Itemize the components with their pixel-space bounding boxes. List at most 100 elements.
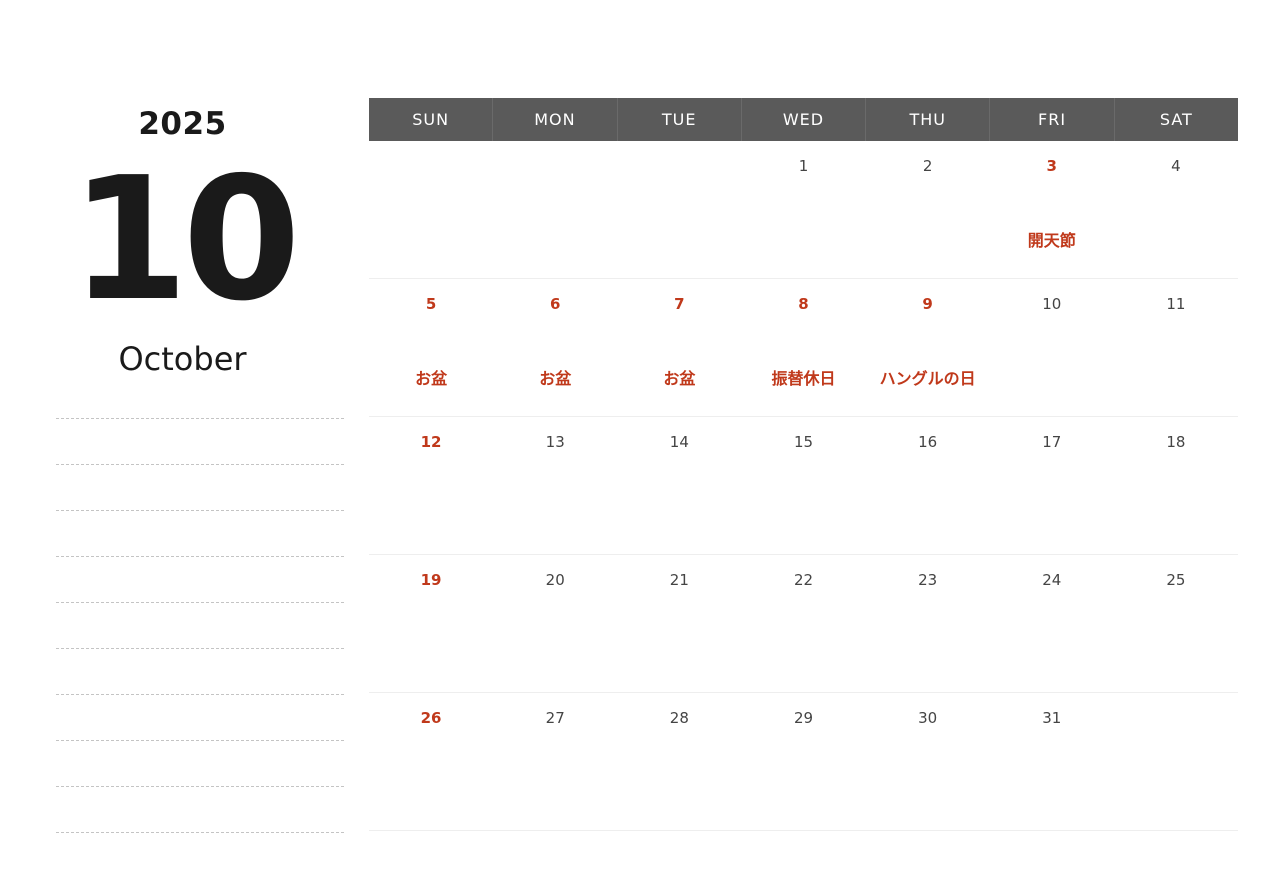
weekday-sun: SUN [369,98,494,141]
day-cell-sat[interactable]: 18 [1114,417,1238,554]
day-cell-thu[interactable]: 9 ハングルの日 [866,279,990,416]
day-number: 7 [674,295,685,313]
weekday-tue: TUE [618,98,742,141]
day-cell-mon[interactable]: 6 お盆 [493,279,617,416]
day-number: 20 [545,571,565,589]
day-number: 28 [669,709,689,727]
day-number: 31 [1042,709,1062,727]
day-number: 22 [793,571,814,589]
notes-line [56,602,344,603]
day-cell-tue[interactable] [617,141,741,278]
day-number: 26 [420,709,442,727]
day-number: 25 [1166,571,1186,589]
day-number: 17 [1042,433,1062,451]
day-number: 16 [918,433,938,451]
day-number: 11 [1166,295,1186,313]
day-cell-wed[interactable]: 29 [741,693,865,830]
day-cell-sun[interactable]: 26 [369,693,493,830]
day-cell-mon[interactable] [493,141,617,278]
day-cell-tue[interactable]: 7 お盆 [617,279,741,416]
holiday-label: ハングルの日 [879,369,976,388]
day-number: 23 [918,571,938,589]
day-cell-thu[interactable]: 23 [866,555,990,692]
week-row: 1 2 3 開天節 4 [369,141,1238,279]
month-header-panel: 2025 10 October [56,0,344,880]
day-cell-sun[interactable] [369,141,493,278]
day-cell-tue[interactable]: 21 [617,555,741,692]
week-row: 26 27 28 29 30 31 [369,693,1238,831]
notes-line [56,740,344,741]
year-label: 2025 [138,106,227,142]
day-cell-wed[interactable]: 15 [741,417,865,554]
day-cell-sun[interactable]: 19 [369,555,493,692]
day-cell-sat[interactable] [1114,693,1238,830]
day-cell-thu[interactable]: 16 [866,417,990,554]
day-cell-mon[interactable]: 20 [493,555,617,692]
day-number: 9 [922,295,933,313]
weekday-mon: MON [493,98,618,141]
weekday-sat: SAT [1159,110,1193,129]
notes-line [56,464,344,465]
weeks-container: 1 2 3 開天節 4 5 お盆 6 お盆 7 お盆 8 振替休日 9 ハングルの日 10 11 12 13 14 15… [369,141,1238,831]
day-cell-thu[interactable]: 30 [866,693,990,830]
day-cell-wed[interactable]: 22 [741,555,865,692]
day-cell-sun[interactable]: 12 [369,417,493,554]
day-number: 13 [545,433,565,451]
weekday-header: SUN MON TUE WED THU FRI SAT [369,98,1238,141]
weekday-wed: WED [742,98,867,141]
notes-line [56,510,344,511]
month-number: 10 [70,141,301,339]
day-number: 5 [425,295,437,313]
holiday-label: お盆 [539,369,572,388]
day-cell-wed[interactable]: 1 [741,141,865,278]
day-number: 19 [420,571,442,589]
day-number: 15 [793,433,814,451]
notes-line [56,648,344,649]
day-cell-mon[interactable]: 13 [493,417,617,554]
day-cell-sat[interactable]: 11 [1114,279,1238,416]
day-cell-fri[interactable]: 3 開天節 [990,141,1114,278]
month-name: October [118,340,247,378]
day-cell-tue[interactable]: 28 [617,693,741,830]
weekday-thu: THU [866,98,991,141]
day-cell-fri[interactable]: 24 [990,555,1114,692]
day-cell-sat[interactable]: 25 [1114,555,1238,692]
day-cell-tue[interactable]: 14 [617,417,741,554]
day-number: 8 [798,295,809,313]
day-cell-fri[interactable]: 10 [990,279,1114,416]
day-cell-sat[interactable]: 4 [1114,141,1238,278]
holiday-label: 開天節 [1027,231,1076,250]
notes-line [56,832,344,833]
notes-line [56,694,344,695]
day-number: 18 [1166,433,1186,451]
week-row: 19 20 21 22 23 24 25 [369,555,1238,693]
day-cell-fri[interactable]: 17 [990,417,1114,554]
day-number: 29 [793,709,814,727]
day-number: 4 [1171,157,1181,175]
day-number: 1 [798,157,809,175]
day-number: 24 [1042,571,1062,589]
day-number: 6 [549,295,561,313]
day-cell-sun[interactable]: 5 お盆 [369,279,493,416]
week-row: 5 お盆 6 お盆 7 お盆 8 振替休日 9 ハングルの日 10 11 [369,279,1238,417]
holiday-label: お盆 [663,369,696,388]
holiday-label: お盆 [415,369,448,388]
day-number: 12 [420,433,442,451]
day-number: 21 [669,571,689,589]
weekday-fri: FRI [990,98,1115,141]
day-number: 30 [918,709,938,727]
day-cell-wed[interactable]: 8 振替休日 [741,279,865,416]
day-cell-mon[interactable]: 27 [493,693,617,830]
day-number: 3 [1046,157,1057,175]
day-number: 14 [669,433,689,451]
day-cell-thu[interactable]: 2 [866,141,990,278]
week-row: 12 13 14 15 16 17 18 [369,417,1238,555]
day-number: 27 [545,709,565,727]
notes-line [56,418,344,419]
holiday-label: 振替休日 [771,369,836,388]
notes-line [56,556,344,557]
day-number: 10 [1042,295,1062,313]
day-number: 2 [922,157,933,175]
day-cell-fri[interactable]: 31 [990,693,1114,830]
calendar-grid: SUN MON TUE WED THU FRI SAT 1 2 3 開天節 4 5 お盆 6 お… [369,98,1238,831]
